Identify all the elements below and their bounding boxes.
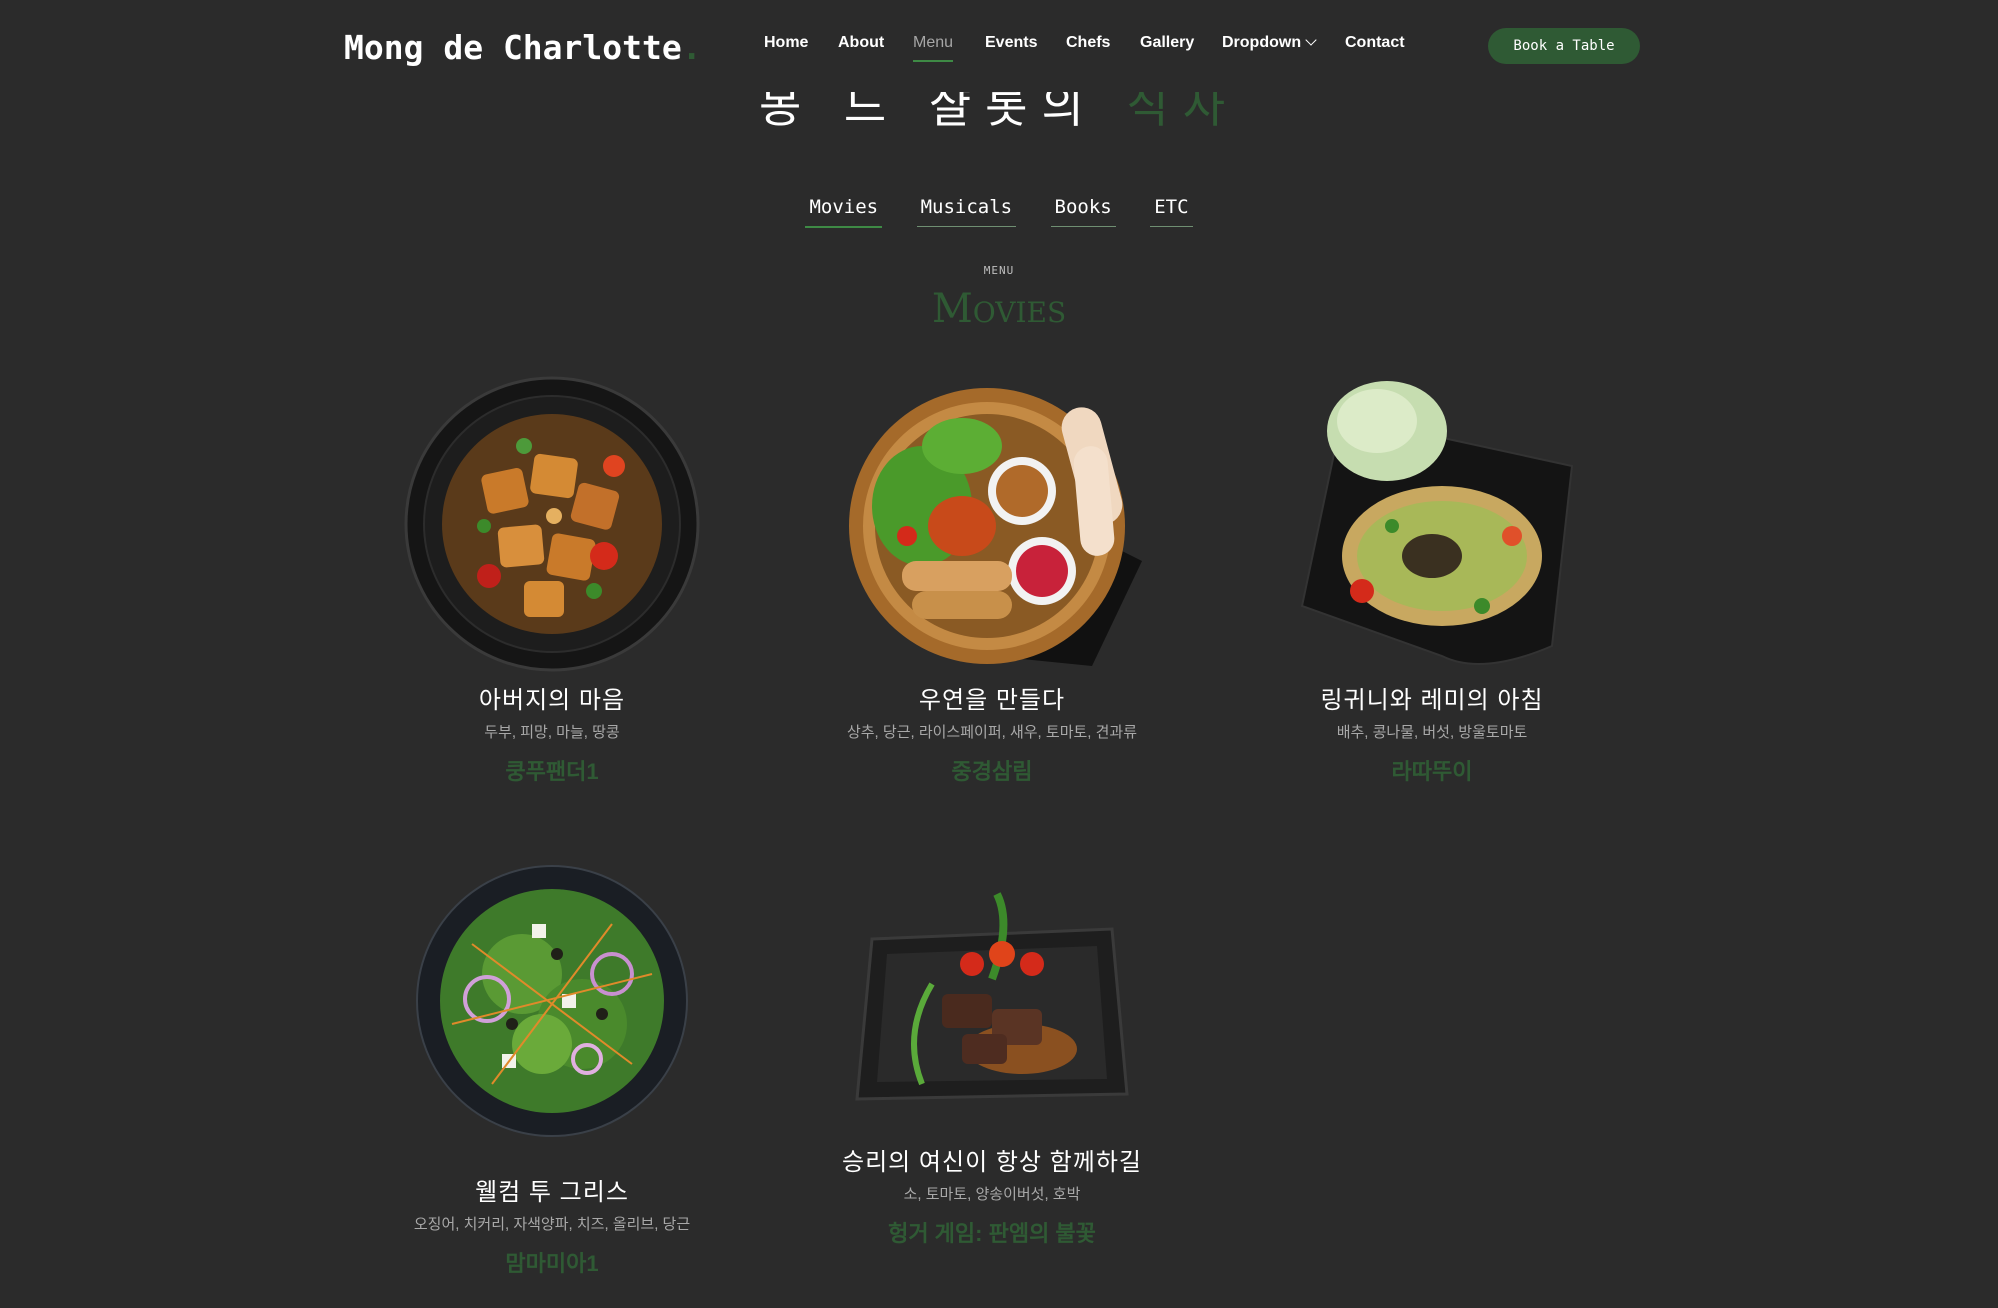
section-title: Movies [931,286,1067,332]
dish-image-salad-plate[interactable] [1282,376,1582,672]
menu-item: 승리의 여신이 항상 함께하길 소, 토마토, 양송이버섯, 호박 헝거 게임:… [772,864,1212,1248]
nav-menu[interactable]: Menu [913,34,954,62]
nav-about[interactable]: About [838,34,884,52]
dish-price: 쿵푸팬더1 [505,759,599,784]
book-table-button[interactable]: Book a Table [1488,28,1640,64]
dish-ingredients: 배추, 콩나물, 버섯, 방울토마토 [1336,724,1528,741]
nav-dropdown-label: Dropdown [1222,34,1302,51]
nav-events[interactable]: Events [985,34,1037,52]
logo-text: Mong de Charlotte [344,28,682,67]
chevron-down-icon [1305,34,1317,46]
papaya-salad-illustration [1300,381,1574,665]
site-logo[interactable]: Mong de Charlotte. [344,28,702,67]
tab-musicals[interactable]: Musicals [916,196,1017,227]
dish-name: 아버지의 마음 [478,687,626,714]
dish-ingredients: 오징어, 치커리, 자색양파, 치즈, 올리브, 당근 [413,1216,691,1233]
dish-image-springrolls[interactable] [842,376,1142,672]
menu-tabs: Movies Musicals Books ETC [0,196,1998,228]
nav-contact[interactable]: Contact [1345,34,1405,52]
tofu-bowl-illustration [404,376,700,672]
tab-etc[interactable]: ETC [1150,196,1193,227]
section-subtitle: MENU [983,264,1015,277]
nav-gallery[interactable]: Gallery [1140,34,1194,52]
dish-name: 웰컴 투 그리스 [475,1179,629,1206]
dish-image-greek-salad[interactable] [412,864,692,1138]
site-header: Mong de Charlotte. Home About Menu Event… [0,0,1998,92]
logo-dot: . [681,28,702,67]
dish-name: 링귀니와 레미의 아침 [1320,687,1544,714]
dish-image-tofu[interactable] [404,376,700,672]
nav-home[interactable]: Home [764,34,808,52]
dish-image-steak[interactable] [842,884,1142,1114]
nav-dropdown[interactable]: Dropdown [1222,34,1317,52]
nav-chefs[interactable]: Chefs [1066,34,1110,52]
dish-price: 라따뚜이 [1391,759,1473,784]
dish-ingredients: 상추, 당근, 라이스페이퍼, 새우, 토마토, 견과류 [846,724,1138,741]
dish-name: 우연을 만들다 [918,687,1066,714]
tab-movies[interactable]: Movies [805,196,883,228]
dish-price: 중경삼림 [951,759,1033,784]
dish-price: 맘마미아1 [505,1251,599,1276]
steak-illustration [855,892,1129,1101]
spring-rolls-illustration [849,388,1142,666]
dish-price: 헝거 게임: 판엠의 불꽃 [888,1221,1096,1246]
dish-ingredients: 두부, 피망, 마늘, 땅콩 [484,724,620,741]
menu-item: 링귀니와 레미의 아침 배추, 콩나물, 버섯, 방울토마토 라따뚜이 [1212,376,1652,786]
dish-ingredients: 소, 토마토, 양송이버섯, 호박 [903,1186,1081,1203]
menu-item: 웰컴 투 그리스 오징어, 치커리, 자색양파, 치즈, 올리브, 당근 맘마미… [332,864,772,1278]
dish-name: 승리의 여신이 항상 함께하길 [842,1149,1142,1176]
tab-books[interactable]: Books [1050,196,1116,227]
greek-salad-illustration [416,865,688,1137]
menu-item: 우연을 만들다 상추, 당근, 라이스페이퍼, 새우, 토마토, 견과류 중경삼… [772,376,1212,786]
menu-item: 아버지의 마음 두부, 피망, 마늘, 땅콩 쿵푸팬더1 [332,376,772,786]
